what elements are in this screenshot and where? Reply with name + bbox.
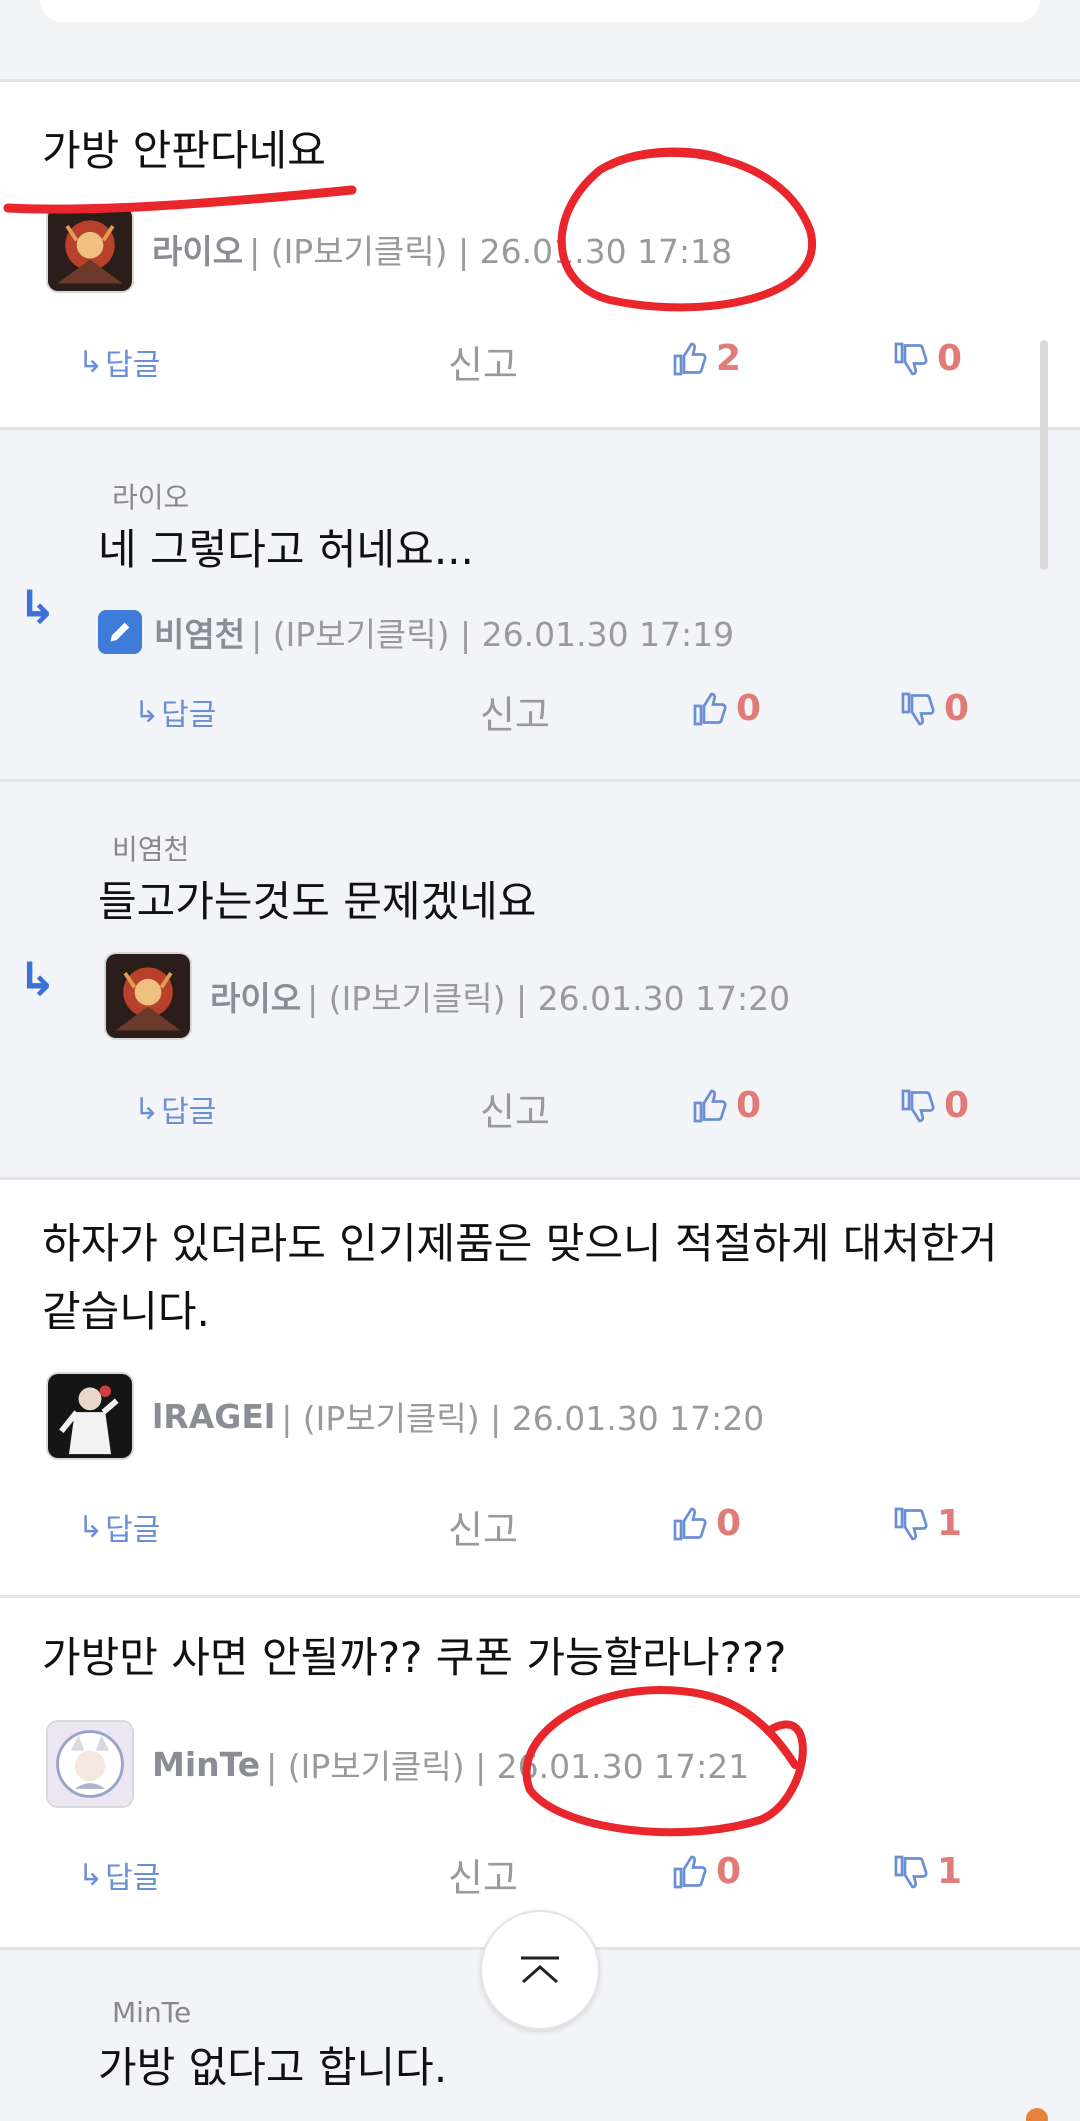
- thumbs-down-icon: [901, 1089, 935, 1122]
- author-name[interactable]: 비염천: [154, 608, 245, 656]
- thumbs-up-icon: [673, 342, 707, 375]
- reply-arrow-icon: ↳: [78, 344, 104, 380]
- thumbs-down-icon: [894, 1507, 928, 1540]
- avatar[interactable]: [46, 1720, 134, 1808]
- like-button[interactable]: 0: [692, 688, 761, 729]
- like-button[interactable]: 2: [672, 338, 741, 379]
- dislike-count: 1: [937, 1503, 963, 1544]
- reply-label: 답글: [105, 1513, 161, 1548]
- comment-actions: ↳ 답글 신고 0 0: [0, 680, 1080, 740]
- comment-meta: MinTe | (IP보기클릭) | 26.01.30 17:21: [46, 1720, 749, 1808]
- comment-actions: ↳ 답글 신고 0 1: [0, 1843, 1080, 1903]
- comment-text-line: 하자가 있더라도 인기제품은 맞으니 적절하게 대처한거: [42, 1219, 998, 1268]
- avatar[interactable]: [104, 952, 192, 1040]
- reply-button[interactable]: ↳ 답글: [78, 1505, 160, 1549]
- thumbs-down-icon: [901, 692, 935, 725]
- comment-info: | (IP보기클릭) | 26.01.30 17:19: [251, 615, 735, 654]
- comment-actions: ↳ 답글 신고 0 1: [0, 1495, 1080, 1555]
- reply-arrow-icon: ↳: [134, 1091, 160, 1127]
- comment-actions: ↳ 답글 신고 2 0: [0, 330, 1080, 390]
- comment-text: 네 그렇다고 허네요...: [98, 525, 474, 574]
- reply-label: 답글: [161, 698, 217, 733]
- dislike-button[interactable]: 0: [900, 688, 969, 729]
- comment-info: | (IP보기클릭) | 26.01.30 17:18: [249, 232, 733, 271]
- avatar[interactable]: [46, 1372, 134, 1460]
- like-count: 0: [716, 1503, 742, 1544]
- thumbs-down-icon: [894, 1855, 928, 1888]
- pencil-icon: [98, 610, 142, 654]
- comment-meta: lRAGEl | (IP보기클릭) | 26.01.30 17:20: [46, 1372, 764, 1460]
- reply-button[interactable]: ↳ 답글: [134, 1087, 216, 1131]
- dislike-count: 0: [944, 688, 970, 729]
- comment-info: | (IP보기클릭) | 26.01.30 17:20: [281, 1399, 765, 1438]
- dislike-button[interactable]: 0: [893, 338, 962, 379]
- dislike-button[interactable]: 1: [893, 1851, 962, 1892]
- top-card: [40, 0, 1040, 22]
- parent-author: MinTe: [112, 1996, 192, 2029]
- reply-arrow-icon: ↳: [78, 1857, 104, 1893]
- avatar[interactable]: [46, 205, 134, 293]
- like-button[interactable]: 0: [692, 1085, 761, 1126]
- comment-text: 하자가 있더라도 인기제품은 맞으니 적절하게 대처한거 같습니다.: [42, 1210, 997, 1346]
- parent-author: 비염천: [112, 833, 190, 866]
- reply-arrow-icon: ↳: [134, 694, 160, 730]
- author-name[interactable]: 라이오: [210, 972, 301, 1020]
- comment-text: 가방 없다고 합니다.: [98, 2043, 448, 2092]
- author-name[interactable]: lRAGEl: [152, 1397, 275, 1436]
- dislike-count: 1: [937, 1851, 963, 1892]
- reply-arrow-icon: ↳: [78, 1509, 104, 1545]
- comment-item: 가방만 사면 안될까?? 쿠폰 가능할라나??? MinTe | (IP보기클릭…: [0, 1598, 1080, 1950]
- comment-text-line: 같습니다.: [42, 1287, 210, 1336]
- comment-info: | (IP보기클릭) | 26.01.30 17:21: [266, 1747, 750, 1786]
- like-button[interactable]: 0: [672, 1503, 741, 1544]
- thumbs-up-icon: [693, 692, 727, 725]
- reply-label: 답글: [105, 1861, 161, 1896]
- reply-indicator-icon: ↳: [18, 580, 57, 634]
- report-button[interactable]: 신고: [480, 1081, 550, 1136]
- comment-meta: 라이오 | (IP보기클릭) | 26.01.30 17:20: [104, 952, 790, 1040]
- comment-text: 들고가는것도 문제겠네요: [98, 877, 537, 926]
- thumbs-up-icon: [693, 1089, 727, 1122]
- comment-text: 가방 안판다네요: [42, 126, 326, 175]
- comment-text: 가방만 사면 안될까?? 쿠폰 가능할라나???: [42, 1633, 787, 1682]
- like-count: 0: [736, 688, 762, 729]
- author-name[interactable]: MinTe: [152, 1745, 260, 1784]
- dislike-count: 0: [937, 338, 963, 379]
- reply-label: 답글: [105, 348, 161, 383]
- like-count: 0: [736, 1085, 762, 1126]
- dislike-count: 0: [944, 1085, 970, 1126]
- author-name[interactable]: 라이오: [152, 225, 243, 273]
- scroll-to-top-button[interactable]: [480, 1910, 600, 2030]
- comment-item: 가방 안판다네요 라이오 | (IP보기클릭) | 26.01.30 17:18…: [0, 85, 1080, 430]
- comment-actions: ↳ 답글 신고 0 0: [0, 1077, 1080, 1137]
- comment-item: 하자가 있더라도 인기제품은 맞으니 적절하게 대처한거 같습니다. lRAGE…: [0, 1180, 1080, 1598]
- reply-item: 라이오 네 그렇다고 허네요... ↳ 비염천 | (IP보기클릭) | 26.…: [0, 430, 1080, 782]
- report-button[interactable]: 신고: [448, 1499, 518, 1554]
- like-button[interactable]: 0: [672, 1851, 741, 1892]
- report-button[interactable]: 신고: [448, 334, 518, 389]
- comment-meta: 비염천 | (IP보기클릭) | 26.01.30 17:19: [98, 608, 734, 656]
- parent-author: 라이오: [112, 481, 190, 514]
- thumbs-up-icon: [673, 1507, 707, 1540]
- like-count: 0: [716, 1851, 742, 1892]
- comment-meta: 라이오 | (IP보기클릭) | 26.01.30 17:18: [46, 205, 732, 293]
- reply-label: 답글: [161, 1095, 217, 1130]
- dislike-button[interactable]: 1: [893, 1503, 962, 1544]
- reply-button[interactable]: ↳ 답글: [134, 690, 216, 734]
- thumbs-up-icon: [673, 1855, 707, 1888]
- like-count: 2: [716, 338, 742, 379]
- report-button[interactable]: 신고: [448, 1847, 518, 1902]
- reply-item: 비염천 들고가는것도 문제겠네요 ↳ 라이오 | (IP보기클릭) | 26.0…: [0, 782, 1080, 1180]
- reply-indicator-icon: ↳: [18, 952, 57, 1006]
- dislike-button[interactable]: 0: [900, 1085, 969, 1126]
- top-area: [0, 0, 1080, 82]
- scrollbar[interactable]: [1040, 340, 1048, 570]
- reply-button[interactable]: ↳ 답글: [78, 1853, 160, 1897]
- report-button[interactable]: 신고: [480, 684, 550, 739]
- comment-info: | (IP보기클릭) | 26.01.30 17:20: [307, 979, 791, 1018]
- reply-button[interactable]: ↳ 답글: [78, 340, 160, 384]
- chevron-up-icon: [521, 1956, 559, 1984]
- thumbs-down-icon: [894, 342, 928, 375]
